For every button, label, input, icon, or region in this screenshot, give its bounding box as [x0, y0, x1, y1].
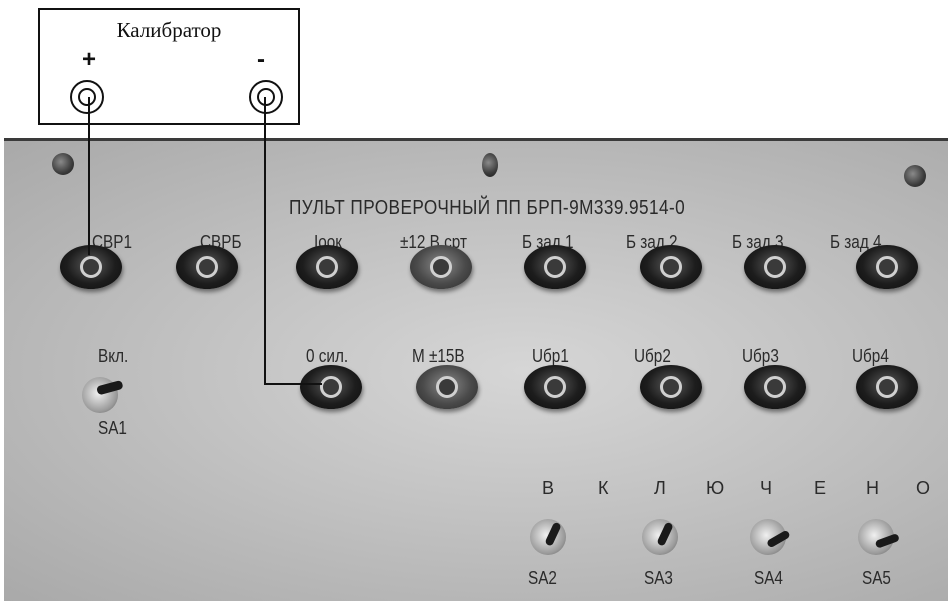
connection-wires [88, 97, 322, 385]
wire-minus-to-0sil [264, 97, 322, 385]
